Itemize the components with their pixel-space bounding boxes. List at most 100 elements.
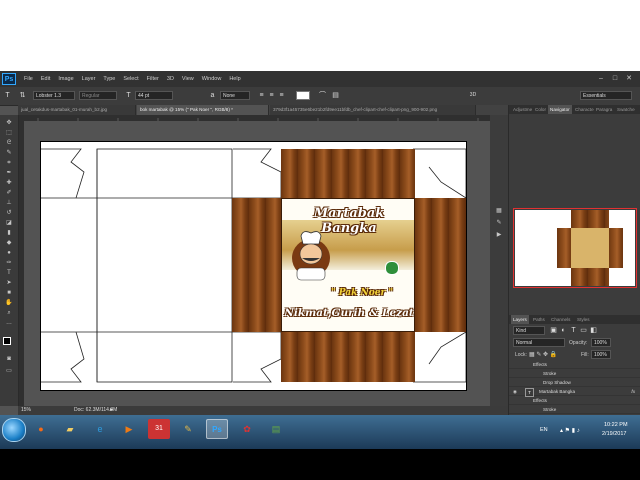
foreground-color-swatch[interactable]: [3, 337, 11, 345]
menu-edit[interactable]: Edit: [41, 76, 50, 82]
shape-tool-icon[interactable]: ■: [4, 289, 14, 298]
brush-tool-icon[interactable]: ✐: [4, 189, 14, 198]
tab-styles[interactable]: Styles: [575, 315, 592, 324]
path-select-tool-icon[interactable]: ➤: [4, 279, 14, 288]
zoom-level[interactable]: 15%: [21, 406, 31, 415]
label-slogan[interactable]: Nikmat,Gurih & Lezat: [283, 307, 415, 319]
close-button[interactable]: ✕: [624, 75, 634, 83]
tray-icons[interactable]: ▴ ⚑ ▮ ♪: [560, 427, 580, 434]
zoom-tool-icon[interactable]: ⌕: [4, 309, 14, 318]
screen-mode-icon[interactable]: ▭: [4, 367, 14, 376]
3d-mode-label[interactable]: 3D: [466, 91, 480, 100]
crop-tool-icon[interactable]: ⌗: [4, 159, 14, 168]
quick-mask-icon[interactable]: ◙: [4, 355, 14, 364]
history-panel-icon[interactable]: ▦: [494, 207, 504, 216]
tab-character[interactable]: Characte: [573, 105, 596, 114]
maximize-button[interactable]: □: [610, 75, 620, 83]
calendar-icon[interactable]: 31: [148, 419, 170, 439]
firefox-icon[interactable]: ●: [30, 419, 52, 439]
move-tool-icon[interactable]: ✥: [4, 119, 14, 128]
text-color-swatch[interactable]: [296, 91, 310, 100]
eraser-tool-icon[interactable]: ◪: [4, 219, 14, 228]
tab-paragraph[interactable]: Paragra: [594, 105, 614, 114]
tab-swatches[interactable]: Swatche: [615, 105, 637, 114]
filter-pixel-icon[interactable]: ▣: [549, 326, 558, 335]
actions-panel-icon[interactable]: ▶: [494, 231, 504, 240]
start-button[interactable]: [2, 418, 26, 442]
document-canvas[interactable]: Martabak Bangka " Pak Noer " Nikmat,Guri…: [40, 141, 467, 391]
menu-file[interactable]: File: [24, 76, 33, 82]
layer-row[interactable]: Effects: [509, 396, 640, 405]
clock-time[interactable]: 10:22 PM: [604, 422, 628, 428]
tab-jual-cetakdus[interactable]: jual_cetakdus-martabak_01-murah_b2.jpg: [18, 105, 136, 115]
align-left-icon[interactable]: ≡: [257, 91, 266, 100]
filter-type-icon[interactable]: T: [569, 326, 578, 335]
opacity-value[interactable]: 100%: [591, 338, 611, 347]
quick-select-tool-icon[interactable]: ✎: [4, 149, 14, 158]
minimize-button[interactable]: –: [596, 75, 606, 83]
navigator-view-box[interactable]: [513, 208, 637, 288]
gradient-tool-icon[interactable]: ▮: [4, 229, 14, 238]
blur-tool-icon[interactable]: ◆: [4, 239, 14, 248]
layer-row[interactable]: ◉ T Martabak Bangka fx: [509, 387, 640, 397]
media-icon[interactable]: ▶: [118, 419, 140, 439]
menu-image[interactable]: Image: [58, 76, 73, 82]
eyedropper-tool-icon[interactable]: ✒: [4, 169, 14, 178]
layer-row[interactable]: Effects: [509, 362, 640, 369]
menu-select[interactable]: Select: [123, 76, 138, 82]
stamp-tool-icon[interactable]: ⊥: [4, 199, 14, 208]
menu-3d[interactable]: 3D: [167, 76, 174, 82]
menu-help[interactable]: Help: [229, 76, 240, 82]
hand-tool-icon[interactable]: ✋: [4, 299, 14, 308]
align-center-icon[interactable]: ≡: [267, 91, 276, 100]
font-style-select[interactable]: Regular: [79, 91, 117, 100]
anti-alias-select[interactable]: None: [220, 91, 250, 100]
layer-row[interactable]: Drop Shadow: [509, 378, 640, 387]
menu-filter[interactable]: Filter: [147, 76, 159, 82]
language-indicator[interactable]: EN: [540, 427, 548, 433]
filter-shape-icon[interactable]: ▭: [579, 326, 588, 335]
character-panel-icon[interactable]: ▤: [331, 91, 340, 100]
tools-icon[interactable]: ✎: [177, 419, 199, 439]
visibility-eye-icon[interactable]: ◉: [513, 387, 517, 396]
type-tool-icon[interactable]: T: [4, 269, 14, 278]
tab-color[interactable]: Color: [533, 105, 548, 114]
layer-fx-icon[interactable]: fx: [631, 387, 635, 396]
history-brush-tool-icon[interactable]: ↺: [4, 209, 14, 218]
healing-tool-icon[interactable]: ✚: [4, 179, 14, 188]
book-icon[interactable]: ▤: [265, 419, 287, 439]
tab-bok-martabak[interactable]: bok martabak @ 15% (" Pak Noer ", RGB/8)…: [137, 105, 269, 115]
folder-icon[interactable]: ▰: [59, 419, 81, 439]
type-tool-icon[interactable]: T: [3, 91, 12, 100]
tab-navigator[interactable]: Navigator: [548, 105, 572, 114]
properties-panel-icon[interactable]: ✎: [494, 219, 504, 228]
game-icon[interactable]: ✿: [236, 419, 258, 439]
tab-layers[interactable]: Layers: [511, 315, 529, 324]
tab-adjustments[interactable]: Adjustme: [511, 105, 534, 114]
font-size-select[interactable]: 44 pt: [135, 91, 173, 100]
filter-adjust-icon[interactable]: ◐: [559, 326, 568, 335]
menu-view[interactable]: View: [182, 76, 194, 82]
ie-icon[interactable]: e: [89, 419, 111, 439]
warp-text-icon[interactable]: ⌒: [318, 91, 327, 100]
marquee-tool-icon[interactable]: ⬚: [4, 129, 14, 138]
tab-paths[interactable]: Paths: [531, 315, 547, 324]
font-family-select[interactable]: Lobster 1.3: [33, 91, 75, 100]
dodge-tool-icon[interactable]: ●: [4, 249, 14, 258]
align-right-icon[interactable]: ≡: [277, 91, 286, 100]
blend-mode-select[interactable]: Normal: [513, 338, 565, 347]
label-tagline[interactable]: " Pak Noer ": [327, 288, 397, 298]
label-title[interactable]: Martabak Bangka: [287, 206, 411, 236]
pen-tool-icon[interactable]: ✑: [4, 259, 14, 268]
menu-type[interactable]: Type: [103, 76, 115, 82]
lasso-tool-icon[interactable]: ᘓ: [4, 139, 14, 148]
photoshop-icon[interactable]: Ps: [206, 419, 228, 439]
text-orientation-icon[interactable]: ⇅: [18, 91, 27, 100]
layer-row[interactable]: Stroke: [509, 405, 640, 414]
clock-date[interactable]: 2/19/2017: [602, 431, 626, 437]
layer-row[interactable]: Stroke: [509, 369, 640, 378]
layer-kind-filter[interactable]: Kind: [513, 326, 545, 335]
menu-window[interactable]: Window: [202, 76, 222, 82]
tab-channels[interactable]: Channels: [549, 315, 572, 324]
tab-chef-clipart[interactable]: 379d3f1a45735e6be21b2fd9ee11bfdb_chef-cl…: [270, 105, 476, 115]
